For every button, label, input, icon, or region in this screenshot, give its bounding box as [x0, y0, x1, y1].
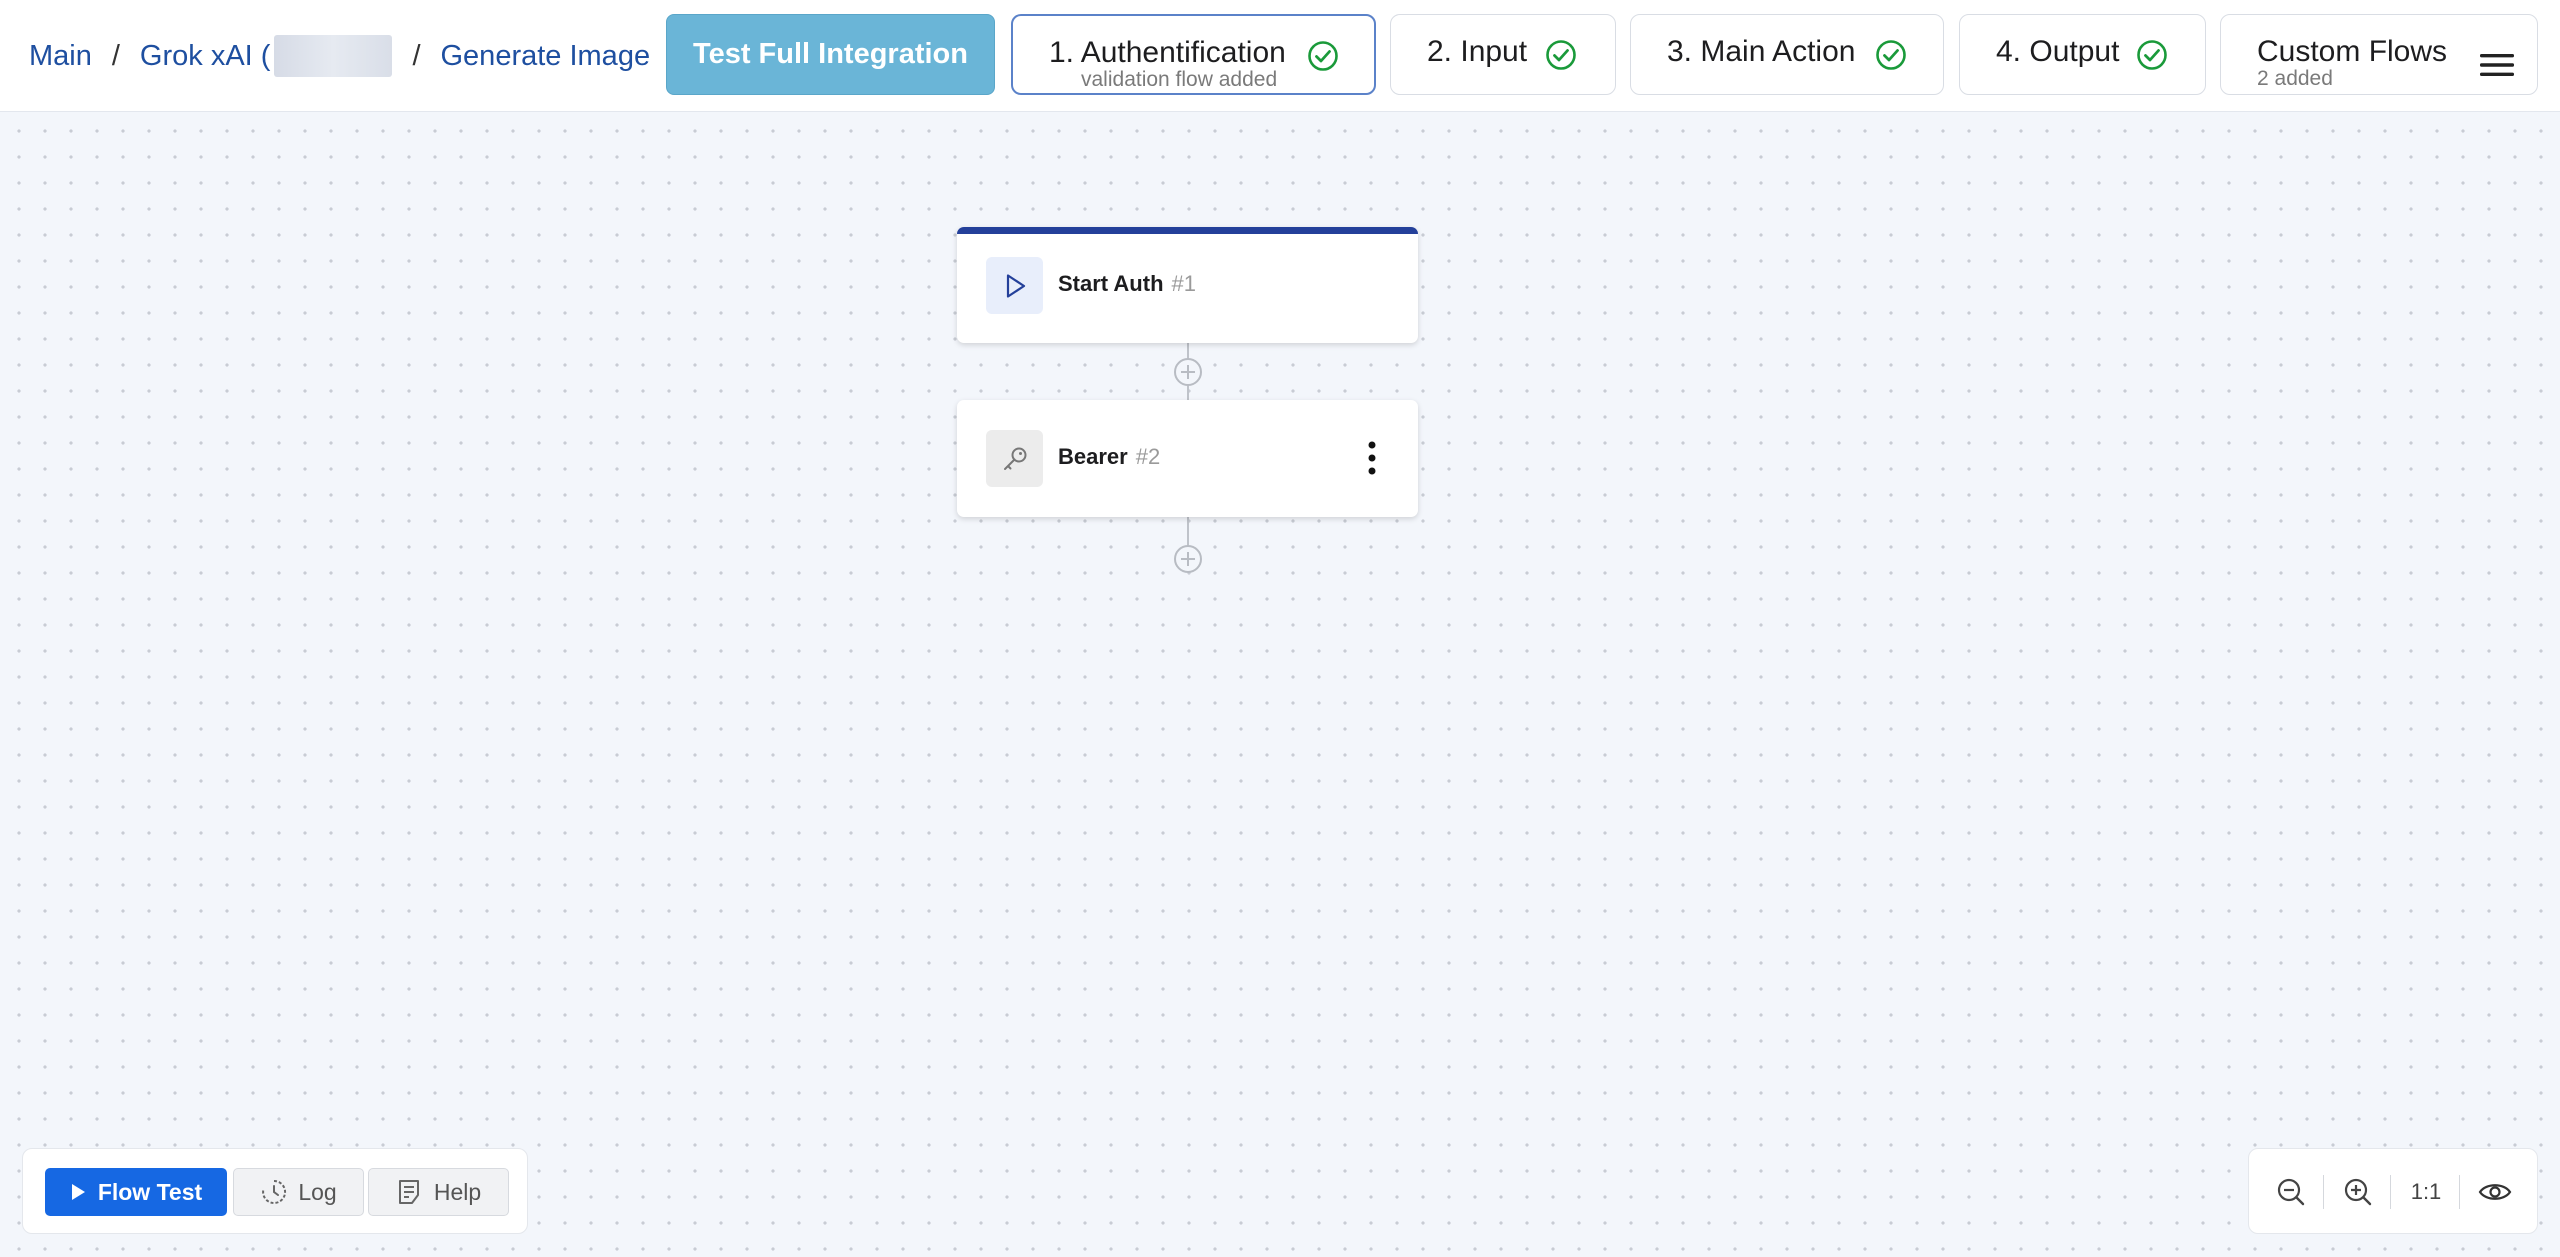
node-title-text: Start Auth: [1058, 271, 1164, 296]
breadcrumb-integration[interactable]: Grok xAI (: [140, 40, 271, 73]
zoom-reset-button[interactable]: 1:1: [2405, 1174, 2447, 1210]
check-circle-icon: [2137, 40, 2167, 70]
flow-test-button[interactable]: Flow Test: [45, 1168, 227, 1216]
menu-icon: [2480, 54, 2514, 76]
key-icon: [1003, 447, 1026, 470]
divider: [2459, 1175, 2460, 1209]
tab-main-action-label: 3. Main Action: [1667, 35, 1856, 68]
node-title-text: Bearer: [1058, 444, 1128, 469]
tab-input[interactable]: 2. Input: [1390, 14, 1616, 95]
check-circle-icon: [1308, 41, 1338, 71]
tab-output[interactable]: 4. Output: [1959, 14, 2206, 95]
flow-test-label: Flow Test: [97, 1178, 203, 1205]
node-number: #2: [1135, 444, 1161, 469]
tab-authentification-label: 1. Authentification: [1049, 36, 1286, 69]
zoom-in-button[interactable]: [2340, 1174, 2376, 1210]
test-full-integration-button[interactable]: Test Full Integration: [666, 14, 995, 95]
tab-output-label: 4. Output: [1996, 35, 2120, 68]
play-icon: [1006, 273, 1025, 298]
redacted-text: [274, 35, 393, 77]
zoom-out-button[interactable]: [2273, 1174, 2309, 1210]
top-bar: Main / Grok xAI ( / Generate Image Test …: [0, 0, 2560, 112]
check-circle-icon: [1876, 40, 1906, 70]
flow-toolbar: Flow Test Log Help: [22, 1148, 528, 1234]
log-label: Log: [298, 1178, 337, 1205]
check-circle-icon: [1546, 40, 1576, 70]
zoom-in-icon: [2344, 1178, 2372, 1206]
tab-main-action[interactable]: 3. Main Action: [1630, 14, 1944, 95]
custom-flows-button[interactable]: Custom Flows 2 added: [2220, 14, 2538, 95]
eye-icon: [2478, 1184, 2512, 1200]
help-label: Help: [433, 1178, 482, 1205]
node-icon: [986, 430, 1043, 487]
history-icon: [262, 1179, 287, 1204]
breadcrumb-separator: /: [111, 39, 120, 72]
node-title: Start Auth #1: [1058, 271, 1196, 297]
add-step-icon[interactable]: [1173, 357, 1203, 387]
play-icon: [71, 1184, 85, 1200]
breadcrumb: Main / Grok xAI ( / Generate Image: [29, 35, 651, 77]
breadcrumb-main[interactable]: Main: [29, 40, 92, 73]
document-icon: [398, 1180, 419, 1204]
help-button[interactable]: Help: [368, 1168, 509, 1216]
node-start-auth[interactable]: Start Auth #1: [957, 227, 1418, 343]
breadcrumb-action[interactable]: Generate Image: [441, 40, 651, 73]
add-step-icon[interactable]: [1173, 544, 1203, 574]
node-number: #1: [1171, 271, 1196, 296]
custom-flows-label: Custom Flows: [2257, 35, 2448, 68]
node-title: Bearer #2: [1058, 444, 1160, 470]
preview-button[interactable]: [2475, 1174, 2515, 1210]
tab-authentification[interactable]: 1. Authentification validation flow adde…: [1011, 14, 1376, 95]
log-button[interactable]: Log: [233, 1168, 364, 1216]
tab-authentification-status: validation flow added: [1081, 68, 1278, 91]
divider: [2323, 1175, 2324, 1209]
node-icon: [986, 257, 1043, 314]
custom-flows-count: 2 added: [2257, 67, 2333, 90]
divider: [2390, 1175, 2391, 1209]
zoom-reset-label: 1:1: [2410, 1179, 2442, 1204]
node-bearer[interactable]: Bearer #2: [957, 400, 1418, 517]
breadcrumb-separator: /: [412, 39, 421, 72]
tab-input-label: 2. Input: [1427, 35, 1528, 68]
zoom-out-icon: [2277, 1178, 2305, 1206]
more-options-icon[interactable]: [1366, 440, 1378, 476]
zoom-controls: 1:1: [2248, 1148, 2538, 1234]
